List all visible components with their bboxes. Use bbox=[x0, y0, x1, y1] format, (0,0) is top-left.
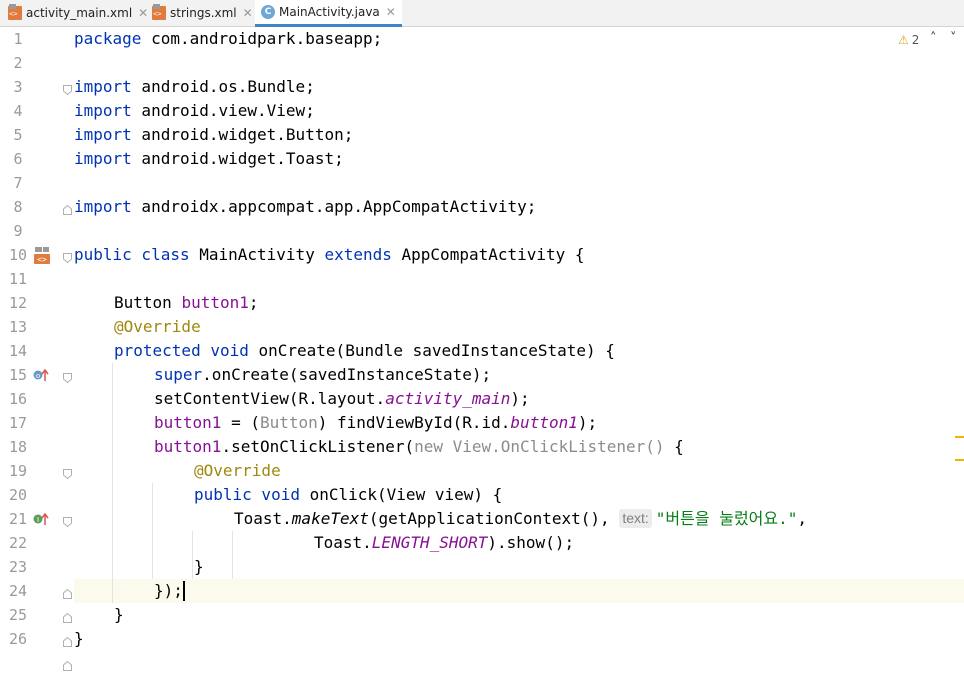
fold-icon[interactable] bbox=[63, 613, 72, 623]
line-number: 15 bbox=[8, 366, 28, 384]
code-line: Toast.LENGTH_SHORT).show(); bbox=[314, 533, 575, 552]
tab-label: strings.xml bbox=[170, 6, 237, 20]
code-line: public void onClick(View view) { bbox=[194, 485, 503, 504]
editor-tab-bar: activity_main.xml ✕ strings.xml ✕ C Main… bbox=[0, 0, 964, 27]
line-number: 4 bbox=[13, 102, 23, 120]
next-highlight-icon[interactable]: ˅ bbox=[950, 31, 957, 46]
line-number-gutter: 1 2 3 4 5 6 7 8 9 10 11 12 13 14 15 16 1… bbox=[0, 27, 72, 680]
previous-highlight-icon[interactable]: ˄ bbox=[930, 31, 937, 46]
fold-icon[interactable] bbox=[63, 589, 72, 599]
code-line: import android.widget.Button; bbox=[74, 125, 354, 144]
tab-activity-main-xml[interactable]: activity_main.xml ✕ bbox=[8, 0, 148, 26]
line-number: 25 bbox=[8, 606, 28, 624]
line-number: 22 bbox=[8, 534, 28, 552]
code-line: button1 = (Button) findViewById(R.id.but… bbox=[154, 413, 598, 432]
svg-text:I: I bbox=[37, 516, 39, 524]
close-icon[interactable]: ✕ bbox=[243, 6, 253, 20]
line-number: 1 bbox=[13, 30, 23, 48]
code-line: Button button1; bbox=[114, 293, 259, 312]
fold-icon[interactable] bbox=[63, 253, 72, 263]
code-line: @Override bbox=[114, 317, 201, 336]
code-line: } bbox=[114, 605, 124, 624]
code-line: protected void onCreate(Bundle savedInst… bbox=[114, 341, 615, 360]
line-number: 5 bbox=[13, 126, 23, 144]
code-line: import android.widget.Toast; bbox=[74, 149, 344, 168]
line-number: 10 bbox=[8, 246, 28, 264]
fold-icon[interactable] bbox=[63, 85, 72, 95]
code-line: import android.view.View; bbox=[74, 101, 315, 120]
code-line: package com.androidpark.baseapp; bbox=[74, 29, 383, 48]
line-number: 6 bbox=[13, 150, 23, 168]
line-number: 24 bbox=[8, 582, 28, 600]
line-number: 8 bbox=[13, 198, 23, 216]
line-number: 7 bbox=[13, 174, 23, 192]
xml-file-icon bbox=[152, 4, 166, 20]
warning-icon: ⚠ bbox=[898, 33, 909, 47]
line-number: 17 bbox=[8, 414, 28, 432]
code-line: setContentView(R.layout.activity_main); bbox=[154, 389, 530, 408]
svg-text:<>: <> bbox=[37, 255, 47, 264]
parameter-hint: text: bbox=[619, 509, 652, 528]
fold-icon[interactable] bbox=[63, 637, 72, 647]
close-icon[interactable]: ✕ bbox=[386, 5, 396, 19]
fold-icon[interactable] bbox=[63, 661, 72, 671]
code-line: import androidx.appcompat.app.AppCompatA… bbox=[74, 197, 537, 216]
code-line: Toast.makeText(getApplicationContext(), … bbox=[234, 509, 808, 528]
warning-count: 2 bbox=[911, 33, 920, 47]
close-icon[interactable]: ✕ bbox=[138, 6, 148, 20]
line-number: 19 bbox=[8, 462, 28, 480]
code-line: super.onCreate(savedInstanceState); bbox=[154, 365, 492, 384]
code-editor[interactable]: 1 2 3 4 5 6 7 8 9 10 11 12 13 14 15 16 1… bbox=[0, 27, 964, 680]
line-number: 23 bbox=[8, 558, 28, 576]
inspection-widget[interactable]: ⚠ 2 bbox=[898, 33, 919, 47]
svg-text:o: o bbox=[36, 372, 40, 380]
code-line: } bbox=[194, 557, 204, 576]
line-number: 14 bbox=[8, 342, 28, 360]
code-area[interactable]: package com.androidpark.baseapp; import … bbox=[74, 27, 964, 680]
line-number: 2 bbox=[13, 54, 23, 72]
tab-label: MainActivity.java bbox=[279, 5, 380, 19]
line-number: 18 bbox=[8, 438, 28, 456]
line-number: 11 bbox=[8, 270, 28, 288]
code-line: @Override bbox=[194, 461, 281, 480]
line-number: 12 bbox=[8, 294, 28, 312]
code-line: public class MainActivity extends AppCom… bbox=[74, 245, 585, 264]
tab-label: activity_main.xml bbox=[26, 6, 133, 20]
line-number: 26 bbox=[8, 630, 28, 648]
implement-method-icon[interactable]: I bbox=[33, 511, 49, 525]
java-class-icon: C bbox=[261, 5, 275, 19]
fold-icon[interactable] bbox=[63, 469, 72, 479]
line-number: 21 bbox=[8, 510, 28, 528]
line-number: 13 bbox=[8, 318, 28, 336]
fold-icon[interactable] bbox=[63, 517, 72, 527]
fold-icon[interactable] bbox=[63, 205, 72, 215]
code-line: } bbox=[74, 629, 84, 648]
fold-icon[interactable] bbox=[63, 373, 72, 383]
error-stripe-marker[interactable] bbox=[955, 459, 964, 461]
text-caret bbox=[183, 581, 185, 601]
line-number: 20 bbox=[8, 486, 28, 504]
tab-strings-xml[interactable]: strings.xml ✕ bbox=[152, 0, 253, 26]
override-method-icon[interactable]: o bbox=[33, 367, 49, 381]
line-number: 3 bbox=[13, 78, 23, 96]
code-line: import android.os.Bundle; bbox=[74, 77, 315, 96]
line-number: 16 bbox=[8, 390, 28, 408]
layout-file-icon[interactable]: <> bbox=[34, 247, 50, 265]
code-line: button1.setOnClickListener(new View.OnCl… bbox=[154, 437, 684, 456]
code-line: }); bbox=[154, 581, 183, 600]
xml-file-icon bbox=[8, 4, 22, 20]
tab-mainactivity-java[interactable]: C MainActivity.java ✕ bbox=[255, 0, 402, 27]
error-stripe-marker[interactable] bbox=[955, 436, 964, 438]
line-number: 9 bbox=[13, 222, 23, 240]
